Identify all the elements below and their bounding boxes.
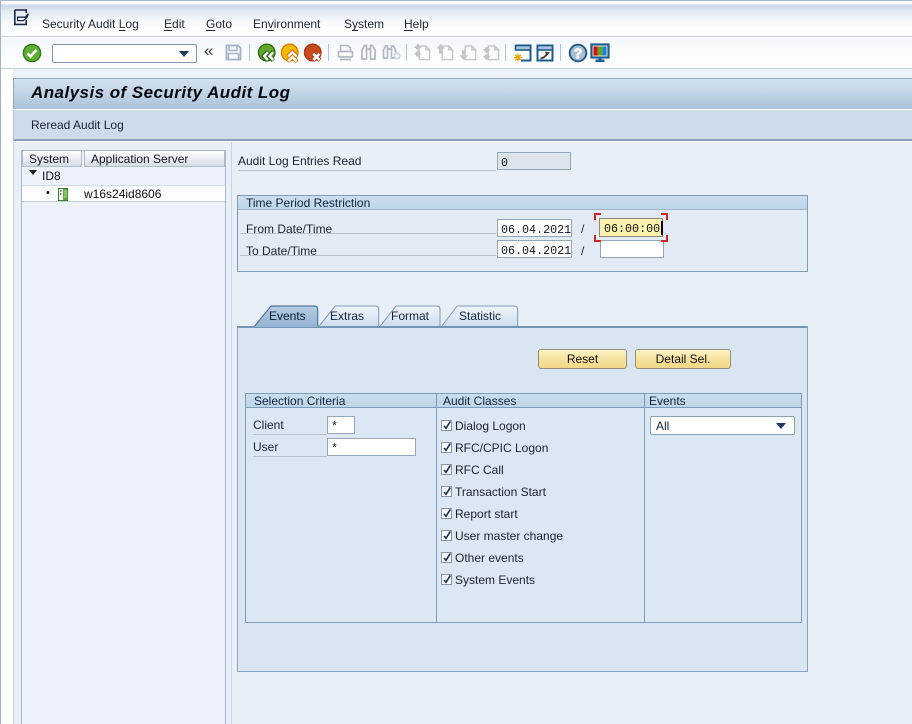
svg-text:?: ?	[574, 45, 583, 61]
